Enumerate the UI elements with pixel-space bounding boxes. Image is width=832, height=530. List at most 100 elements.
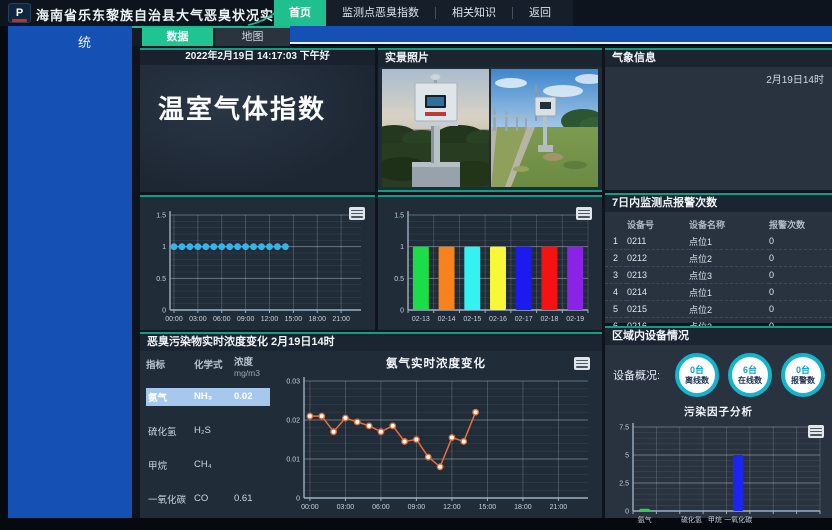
svg-text:12:00: 12:00	[261, 316, 279, 323]
top-bar: P 海南省乐东黎族自治县大气恶臭状况实时发布系 首页 监测点恶臭指数 相关知识 …	[0, 0, 832, 26]
offline-count-badge: 0台 离线数	[675, 353, 719, 397]
alarm-panel-title: 7日内监测点报警次数	[605, 195, 832, 212]
svg-text:09:00: 09:00	[237, 316, 255, 323]
nh3-realtime-line-chart: 00.010.020.0300:0003:0006:0009:0012:0015…	[270, 373, 598, 516]
pollutant-row-h2s[interactable]: 硫化氢 H₂S	[146, 422, 270, 440]
svg-text:12:00: 12:00	[443, 504, 461, 511]
svg-text:02-15: 02-15	[463, 316, 481, 323]
nh3-chart-title: 氨气实时浓度变化	[270, 351, 602, 371]
logo-glyph: P	[16, 7, 23, 19]
table-row: 50215点位20	[605, 301, 832, 318]
svg-text:0: 0	[625, 509, 629, 516]
svg-text:1: 1	[162, 244, 166, 251]
nav-home[interactable]: 首页	[274, 0, 326, 26]
online-count-badge: 6台 在线数	[728, 353, 772, 397]
svg-text:1: 1	[400, 244, 404, 251]
photo-strip	[378, 67, 602, 189]
svg-text:00:00: 00:00	[165, 316, 183, 323]
svg-text:02-14: 02-14	[438, 316, 456, 323]
nav-knowledge[interactable]: 相关知识	[436, 0, 512, 26]
table-row: 20212点位20	[605, 250, 832, 267]
table-row: 30213点位30	[605, 267, 832, 284]
svg-text:1.5: 1.5	[394, 213, 404, 220]
svg-text:1.5: 1.5	[156, 213, 166, 220]
pollutant-row-co[interactable]: 一氧化碳 CO 0.61	[146, 490, 270, 508]
svg-text:03:00: 03:00	[337, 504, 355, 511]
pollutant-row-ch4[interactable]: 甲烷 CH₄	[146, 456, 270, 474]
svg-text:15:00: 15:00	[285, 316, 303, 323]
tab-data[interactable]: 数据	[142, 28, 213, 46]
svg-text:0: 0	[162, 308, 166, 315]
alarm-table-header: 设备号 设备名称 报警次数	[605, 216, 832, 233]
pollutant-table: 指标 化学式 浓度mg/m3 氨气 NH₃ 0.02 硫化氢 H₂S 甲烷 CH…	[140, 351, 270, 518]
device-overview-label: 设备概况:	[613, 367, 675, 383]
pollutant-table-header: 指标 化学式 浓度mg/m3	[146, 357, 270, 380]
svg-text:02-18: 02-18	[540, 316, 558, 323]
svg-text:06:00: 06:00	[372, 504, 390, 511]
pollution-factor-title: 污染因子分析	[605, 399, 832, 419]
main-nav: 首页 监测点恶臭指数 相关知识 返回	[274, 0, 573, 26]
site-photo-right	[491, 69, 598, 187]
app-logo-icon: P	[8, 3, 31, 23]
nh3-chart-area: 氨气实时浓度变化 00.010.020.0300:0003:0006:0009:…	[270, 351, 602, 518]
svg-text:15:00: 15:00	[479, 504, 497, 511]
svg-text:21:00: 21:00	[332, 316, 350, 323]
svg-text:0.01: 0.01	[286, 457, 300, 464]
svg-text:09:00: 09:00	[408, 504, 426, 511]
daily-index-chart-panel: 0 0.5 1 1.5 02-13 02-14 02-15 02-16 02-17 02-18 02…	[378, 195, 602, 330]
pollutant-row-nh3[interactable]: 氨气 NH₃ 0.02	[146, 388, 270, 406]
svg-text:18:00: 18:00	[514, 504, 532, 511]
live-photos-title: 实景照片	[378, 50, 602, 67]
greenhouse-hourly-line-chart: 0 0.5 1 1.5 00:00 03:00 06:00 09:00 12:00 15:00 18…	[140, 199, 375, 330]
panel-headline: 温室气体指数	[140, 65, 375, 126]
device-stat-circles: 0台 离线数 6台 在线数 0台 报警数	[675, 353, 825, 397]
greenhouse-index-panel: 2022年2月19日 14:17:03 下午好 温室气体指数	[140, 48, 375, 192]
device-panel-title: 区域内设备情况	[605, 328, 832, 345]
alarm-count-panel: 7日内监测点报警次数 设备号 设备名称 报警次数 10211点位10 20212…	[605, 193, 832, 323]
svg-text:21:00: 21:00	[550, 504, 568, 511]
svg-text:06:00: 06:00	[213, 316, 231, 323]
svg-text:02-17: 02-17	[515, 316, 533, 323]
weather-title: 气象信息	[605, 50, 832, 67]
svg-text:03:00: 03:00	[189, 316, 207, 323]
header-underline-strip	[290, 26, 832, 44]
svg-text:7.5: 7.5	[619, 425, 629, 432]
device-overview-row: 设备概况: 0台 离线数 6台 在线数 0台 报警数	[605, 345, 832, 399]
svg-text:0: 0	[296, 496, 300, 503]
table-row: 40214点位10	[605, 284, 832, 301]
table-row: 10211点位10	[605, 233, 832, 250]
svg-text:5: 5	[625, 453, 629, 460]
datetime-bar: 2022年2月19日 14:17:03 下午好	[140, 50, 375, 65]
svg-text:0.5: 0.5	[394, 276, 404, 283]
site-photo-left	[382, 69, 489, 187]
chart-menu-icon[interactable]	[574, 357, 590, 370]
device-status-panel: 区域内设备情况 设备概况: 0台 离线数 6台 在线数 0台 报警数 污染因子分…	[605, 326, 832, 518]
pollutant-concentration-panel: 恶臭污染物实时浓度变化 2月19日14时 指标 化学式 浓度mg/m3 氨气 N…	[140, 332, 602, 518]
svg-text:0: 0	[400, 308, 404, 315]
daily-index-bar-chart: 0 0.5 1 1.5 02-13 02-14 02-15 02-16 02-17 02-18 02…	[378, 199, 602, 330]
svg-text:18:00: 18:00	[308, 316, 326, 323]
alarm-count-badge: 0台 报警数	[781, 353, 825, 397]
svg-text:02-16: 02-16	[489, 316, 507, 323]
pollution-factor-bar-chart: 02.557.5氨气硫化氢甲烷一氧化碳	[611, 421, 828, 525]
svg-text:2.5: 2.5	[619, 481, 629, 488]
nav-odor-index[interactable]: 监测点恶臭指数	[326, 0, 435, 26]
svg-text:00:00: 00:00	[301, 504, 319, 511]
svg-text:0.02: 0.02	[286, 418, 300, 425]
sidebar: 统	[8, 26, 132, 518]
chart-menu-icon[interactable]	[808, 425, 824, 438]
svg-text:0.5: 0.5	[156, 276, 166, 283]
nav-back[interactable]: 返回	[513, 0, 567, 26]
weather-timestamp: 2月19日14时	[605, 67, 832, 90]
chart-menu-icon[interactable]	[576, 207, 592, 220]
tab-map[interactable]: 地图	[215, 28, 290, 46]
greenhouse-line-chart-panel: 0 0.5 1 1.5 00:00 03:00 06:00 09:00 12:00 15:00 18…	[140, 195, 375, 330]
svg-text:02-19: 02-19	[566, 316, 584, 323]
live-photos-panel: 实景照片	[378, 48, 602, 192]
title-overflow-char: 统	[78, 32, 91, 51]
svg-text:02-13: 02-13	[412, 316, 430, 323]
chart-menu-icon[interactable]	[349, 207, 365, 220]
tab-strip: 数据 地图	[132, 26, 290, 46]
alarm-table: 设备号 设备名称 报警次数 10211点位10 20212点位20 30213点…	[605, 216, 832, 335]
weather-panel: 气象信息 2月19日14时	[605, 48, 832, 190]
